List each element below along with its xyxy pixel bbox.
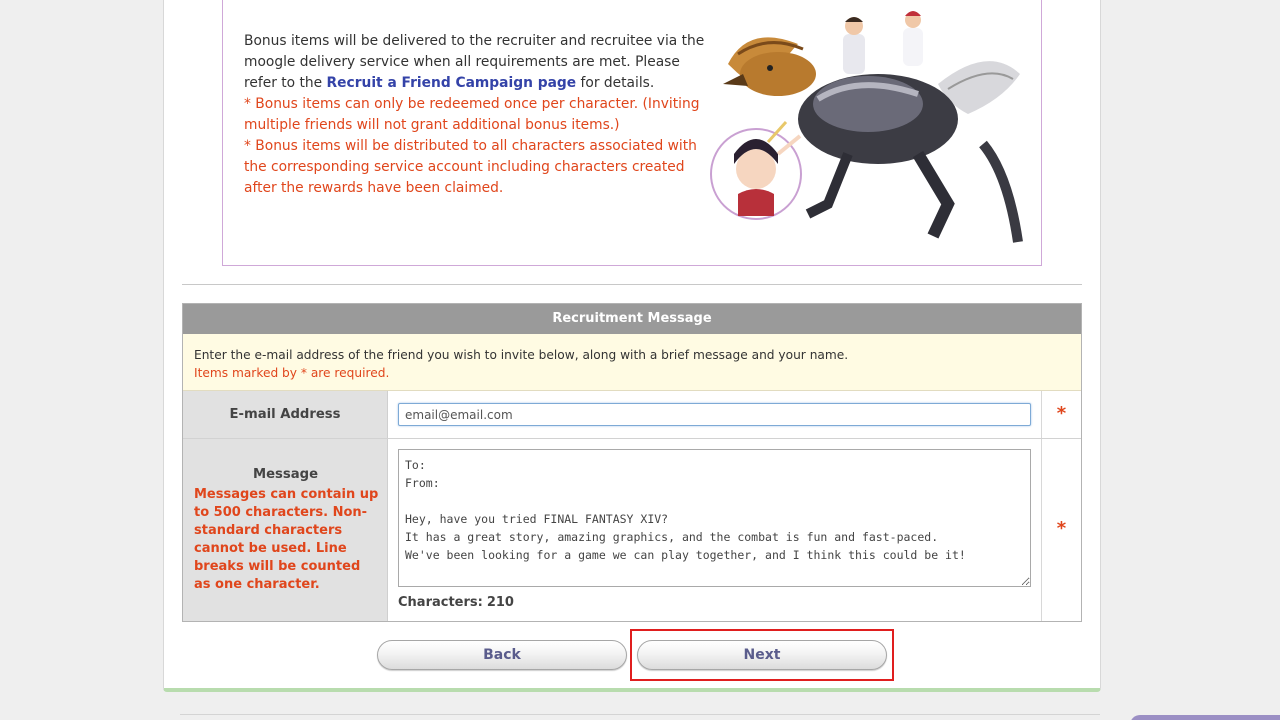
footer-divider — [180, 714, 1100, 715]
next-button-highlight — [630, 629, 894, 681]
char-count-label: Characters: — [398, 595, 483, 610]
recruitment-form: Recruitment Message Enter the e-mail add… — [182, 303, 1082, 622]
bonus-info-text: Bonus items will be delivered to the rec… — [244, 31, 709, 199]
email-row: E-mail Address * — [183, 391, 1081, 439]
message-note: Messages can contain up to 500 character… — [194, 487, 379, 592]
email-label: E-mail Address — [183, 391, 388, 438]
campaign-page-link[interactable]: Recruit a Friend Campaign page — [327, 75, 577, 91]
refer-suffix: for details. — [576, 75, 655, 91]
message-label-cell: Message Messages can contain up to 500 c… — [183, 439, 388, 621]
message-label: Message — [252, 467, 319, 482]
section-divider — [182, 284, 1082, 285]
page-top-tab[interactable] — [1130, 715, 1280, 720]
char-count-value: 210 — [486, 595, 514, 610]
email-required-mark: * — [1041, 391, 1081, 438]
form-instructions: Enter the e-mail address of the friend y… — [183, 334, 1081, 391]
email-input-cell — [388, 391, 1041, 438]
bonus-note-once: * Bonus items can only be redeemed once … — [244, 96, 700, 133]
message-input-cell: To: From: Hey, have you tried FINAL FANT… — [388, 439, 1041, 621]
back-button[interactable]: Back — [377, 640, 627, 670]
instructions-text: Enter the e-mail address of the friend y… — [194, 348, 849, 362]
character-counter: Characters: 210 — [398, 595, 514, 610]
message-textarea[interactable]: To: From: Hey, have you tried FINAL FANT… — [398, 449, 1031, 587]
form-header: Recruitment Message — [183, 304, 1081, 334]
required-note: Items marked by * are required. — [194, 366, 390, 380]
bonus-note-distribution: * Bonus items will be distributed to all… — [244, 138, 697, 196]
email-input[interactable] — [398, 403, 1031, 426]
message-required-mark: * — [1041, 439, 1081, 621]
chocobo-mount-illustration — [710, 11, 1023, 243]
message-row: Message Messages can contain up to 500 c… — [183, 439, 1081, 621]
